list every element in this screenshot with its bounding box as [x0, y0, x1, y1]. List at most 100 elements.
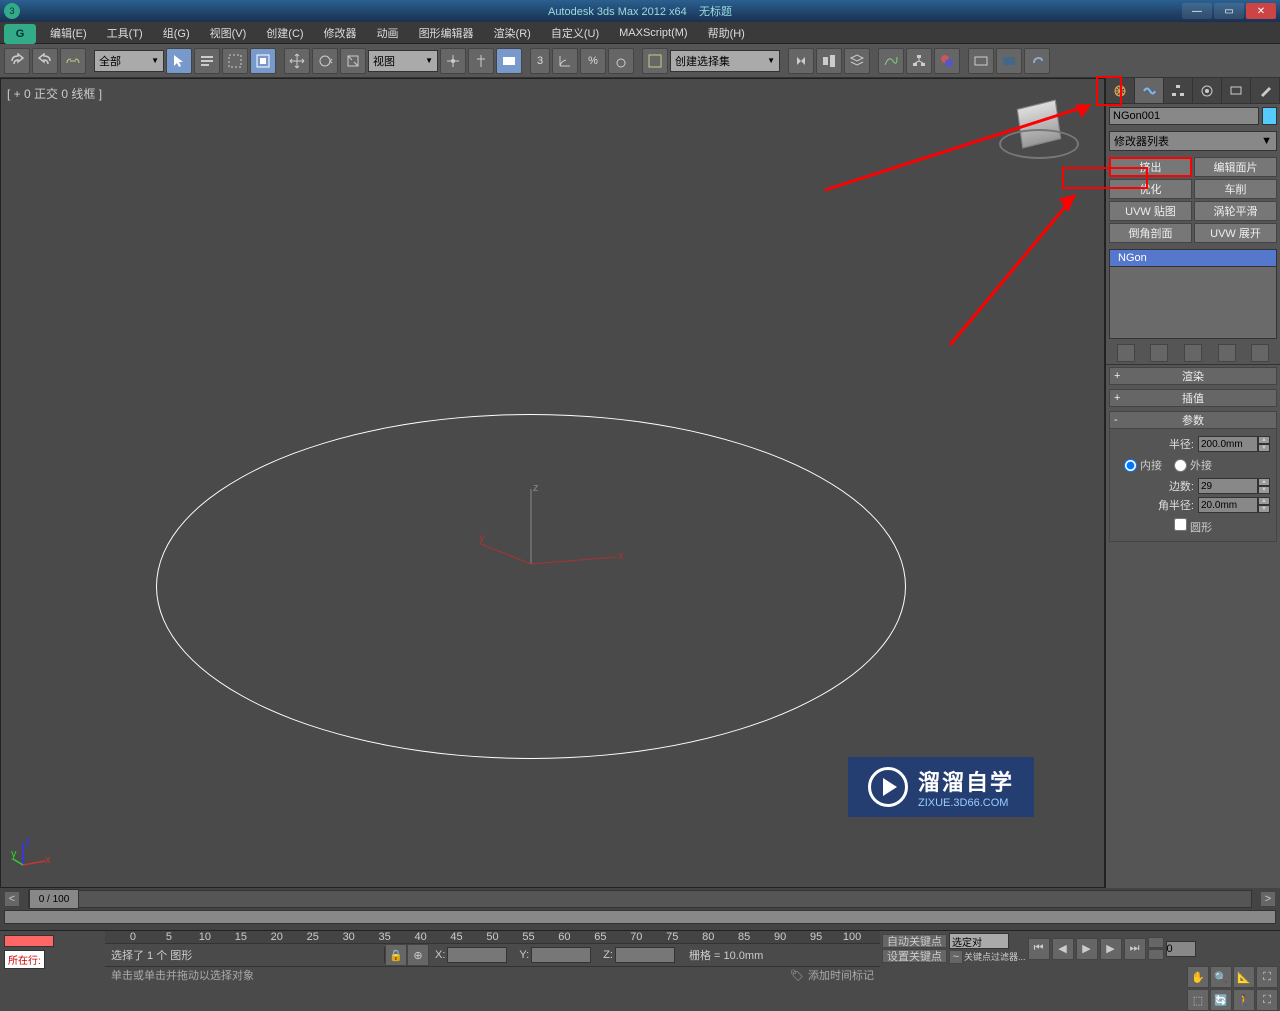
menu-animation[interactable]: 动画 [367, 22, 409, 43]
stack-item-ngon[interactable]: NGon [1110, 250, 1276, 267]
selection-lock-button[interactable]: 🔒 [385, 944, 407, 966]
ref-coord-dropdown[interactable]: 视图▼ [368, 50, 438, 72]
turbosmooth-button[interactable]: 涡轮平滑 [1194, 201, 1277, 221]
selection-filter-dropdown[interactable]: 全部▼ [94, 50, 164, 72]
close-button[interactable]: ✕ [1246, 3, 1276, 19]
named-selection-dropdown[interactable]: 创建选择集▼ [670, 50, 780, 72]
schematic-view-button[interactable] [906, 48, 932, 74]
menu-help[interactable]: 帮助(H) [698, 22, 755, 43]
key-step-button[interactable] [1148, 937, 1164, 948]
menu-render[interactable]: 渲染(R) [484, 22, 541, 43]
link-button[interactable] [60, 48, 86, 74]
select-region-button[interactable] [222, 48, 248, 74]
menu-group[interactable]: 组(G) [153, 22, 200, 43]
pin-stack-button[interactable] [1117, 344, 1135, 362]
select-scale-button[interactable] [340, 48, 366, 74]
inscribed-radio[interactable]: 内接 [1124, 457, 1162, 473]
cr-spin-down[interactable]: ▼ [1258, 505, 1270, 513]
interpolation-rollout-header[interactable]: +插值 [1109, 389, 1277, 407]
edit-named-sel-button[interactable] [642, 48, 668, 74]
uvw-map-button[interactable]: UVW 贴图 [1109, 201, 1192, 221]
transform-gizmo[interactable]: z y x [461, 479, 631, 599]
key-mode-button[interactable]: ~ [949, 950, 963, 964]
app-menu-icon[interactable]: G [4, 24, 36, 44]
menu-grapheditor[interactable]: 图形编辑器 [409, 22, 484, 43]
redo-button[interactable] [32, 48, 58, 74]
goto-end-button[interactable]: ⏭ [1124, 938, 1146, 960]
prev-frame-button[interactable]: ◀ [1052, 938, 1074, 960]
mirror-button[interactable] [788, 48, 814, 74]
script-recorder-icon[interactable] [4, 935, 54, 947]
render-setup-button[interactable] [968, 48, 994, 74]
motion-tab[interactable] [1193, 78, 1222, 103]
optimize-button[interactable]: 优化 [1109, 179, 1192, 199]
time-ruler[interactable]: 0510152025303540455055606570758085909510… [105, 931, 880, 944]
align-button[interactable] [816, 48, 842, 74]
modifier-stack[interactable]: NGon [1109, 249, 1277, 339]
orbit-button[interactable]: 🔄 [1210, 989, 1232, 1011]
maximize-button[interactable]: ▭ [1214, 3, 1244, 19]
angle-snap-button[interactable] [552, 48, 578, 74]
play-button[interactable]: ▶ [1076, 938, 1098, 960]
snap-toggle-button[interactable]: 3 [530, 48, 550, 74]
menu-create[interactable]: 创建(C) [256, 22, 313, 43]
zoom-region-button[interactable]: ⬚ [1187, 989, 1209, 1011]
select-object-button[interactable] [166, 48, 192, 74]
x-input[interactable] [447, 947, 507, 963]
edit-patch-button[interactable]: 编辑面片 [1194, 157, 1277, 177]
minimize-button[interactable]: — [1182, 3, 1212, 19]
auto-key-button[interactable]: 自动关键点 [882, 934, 947, 948]
y-input[interactable] [531, 947, 591, 963]
zoom-extents-button[interactable]: ⛶ [1256, 966, 1278, 988]
object-name-input[interactable] [1109, 107, 1259, 125]
undo-button[interactable] [4, 48, 30, 74]
fov-button[interactable]: 📐 [1233, 966, 1255, 988]
time-tag-icon[interactable]: 🏷 [790, 969, 804, 982]
window-crossing-button[interactable] [250, 48, 276, 74]
percent-snap-button[interactable]: % [580, 48, 606, 74]
modifier-list-dropdown[interactable]: 修改器列表▼ [1109, 131, 1277, 151]
layer-manager-button[interactable] [844, 48, 870, 74]
add-time-tag[interactable]: 添加时间标记 [808, 967, 874, 983]
set-key-button[interactable]: 设置关键点 [882, 949, 947, 963]
radius-spin-up[interactable]: ▲ [1258, 436, 1270, 444]
menu-customize[interactable]: 自定义(U) [541, 22, 609, 43]
menu-maxscript[interactable]: MAXScript(M) [609, 22, 697, 43]
show-end-result-button[interactable] [1150, 344, 1168, 362]
timeline-max-button[interactable]: > [1260, 891, 1276, 907]
transform-type-button[interactable]: ⊕ [407, 944, 429, 966]
pan-view-button[interactable]: ✋ [1187, 966, 1209, 988]
select-rotate-button[interactable] [312, 48, 338, 74]
viewcube[interactable] [994, 89, 1084, 179]
keyboard-shortcut-button[interactable] [496, 48, 522, 74]
spinner-snap-button[interactable] [608, 48, 634, 74]
select-by-name-button[interactable] [194, 48, 220, 74]
corner-radius-input[interactable] [1198, 497, 1258, 513]
viewport[interactable]: [ + 0 正交 0 线框 ] z y x z x y [0, 78, 1105, 888]
circumscribed-radio[interactable]: 外接 [1174, 457, 1212, 473]
extrude-button[interactable]: 挤出 [1109, 157, 1192, 177]
menu-modifiers[interactable]: 修改器 [314, 22, 367, 43]
zoom-button[interactable]: 🔍 [1210, 966, 1232, 988]
z-input[interactable] [615, 947, 675, 963]
walk-button[interactable]: 🚶 [1233, 989, 1255, 1011]
viewport-label[interactable]: [ + 0 正交 0 线框 ] [7, 85, 102, 102]
parameters-rollout-header[interactable]: -参数 [1109, 411, 1277, 429]
menu-tools[interactable]: 工具(T) [97, 22, 153, 43]
timeline-min-button[interactable]: < [4, 891, 20, 907]
create-tab[interactable] [1106, 78, 1135, 103]
lathe-button[interactable]: 车削 [1194, 179, 1277, 199]
configure-sets-button[interactable] [1251, 344, 1269, 362]
current-frame-input[interactable] [1166, 941, 1196, 957]
material-editor-button[interactable] [934, 48, 960, 74]
hierarchy-tab[interactable] [1164, 78, 1193, 103]
circular-checkbox[interactable]: 圆形 [1174, 518, 1212, 535]
key-selection-dropdown[interactable]: 选定对 [949, 933, 1009, 949]
use-pivot-button[interactable] [440, 48, 466, 74]
sides-spin-down[interactable]: ▼ [1258, 486, 1270, 494]
display-tab[interactable] [1222, 78, 1251, 103]
maximize-viewport-button[interactable]: ⛶ [1256, 989, 1278, 1011]
next-frame-button[interactable]: ▶ [1100, 938, 1122, 960]
utilities-tab[interactable] [1251, 78, 1280, 103]
uvw-unwrap-button[interactable]: UVW 展开 [1194, 223, 1277, 243]
